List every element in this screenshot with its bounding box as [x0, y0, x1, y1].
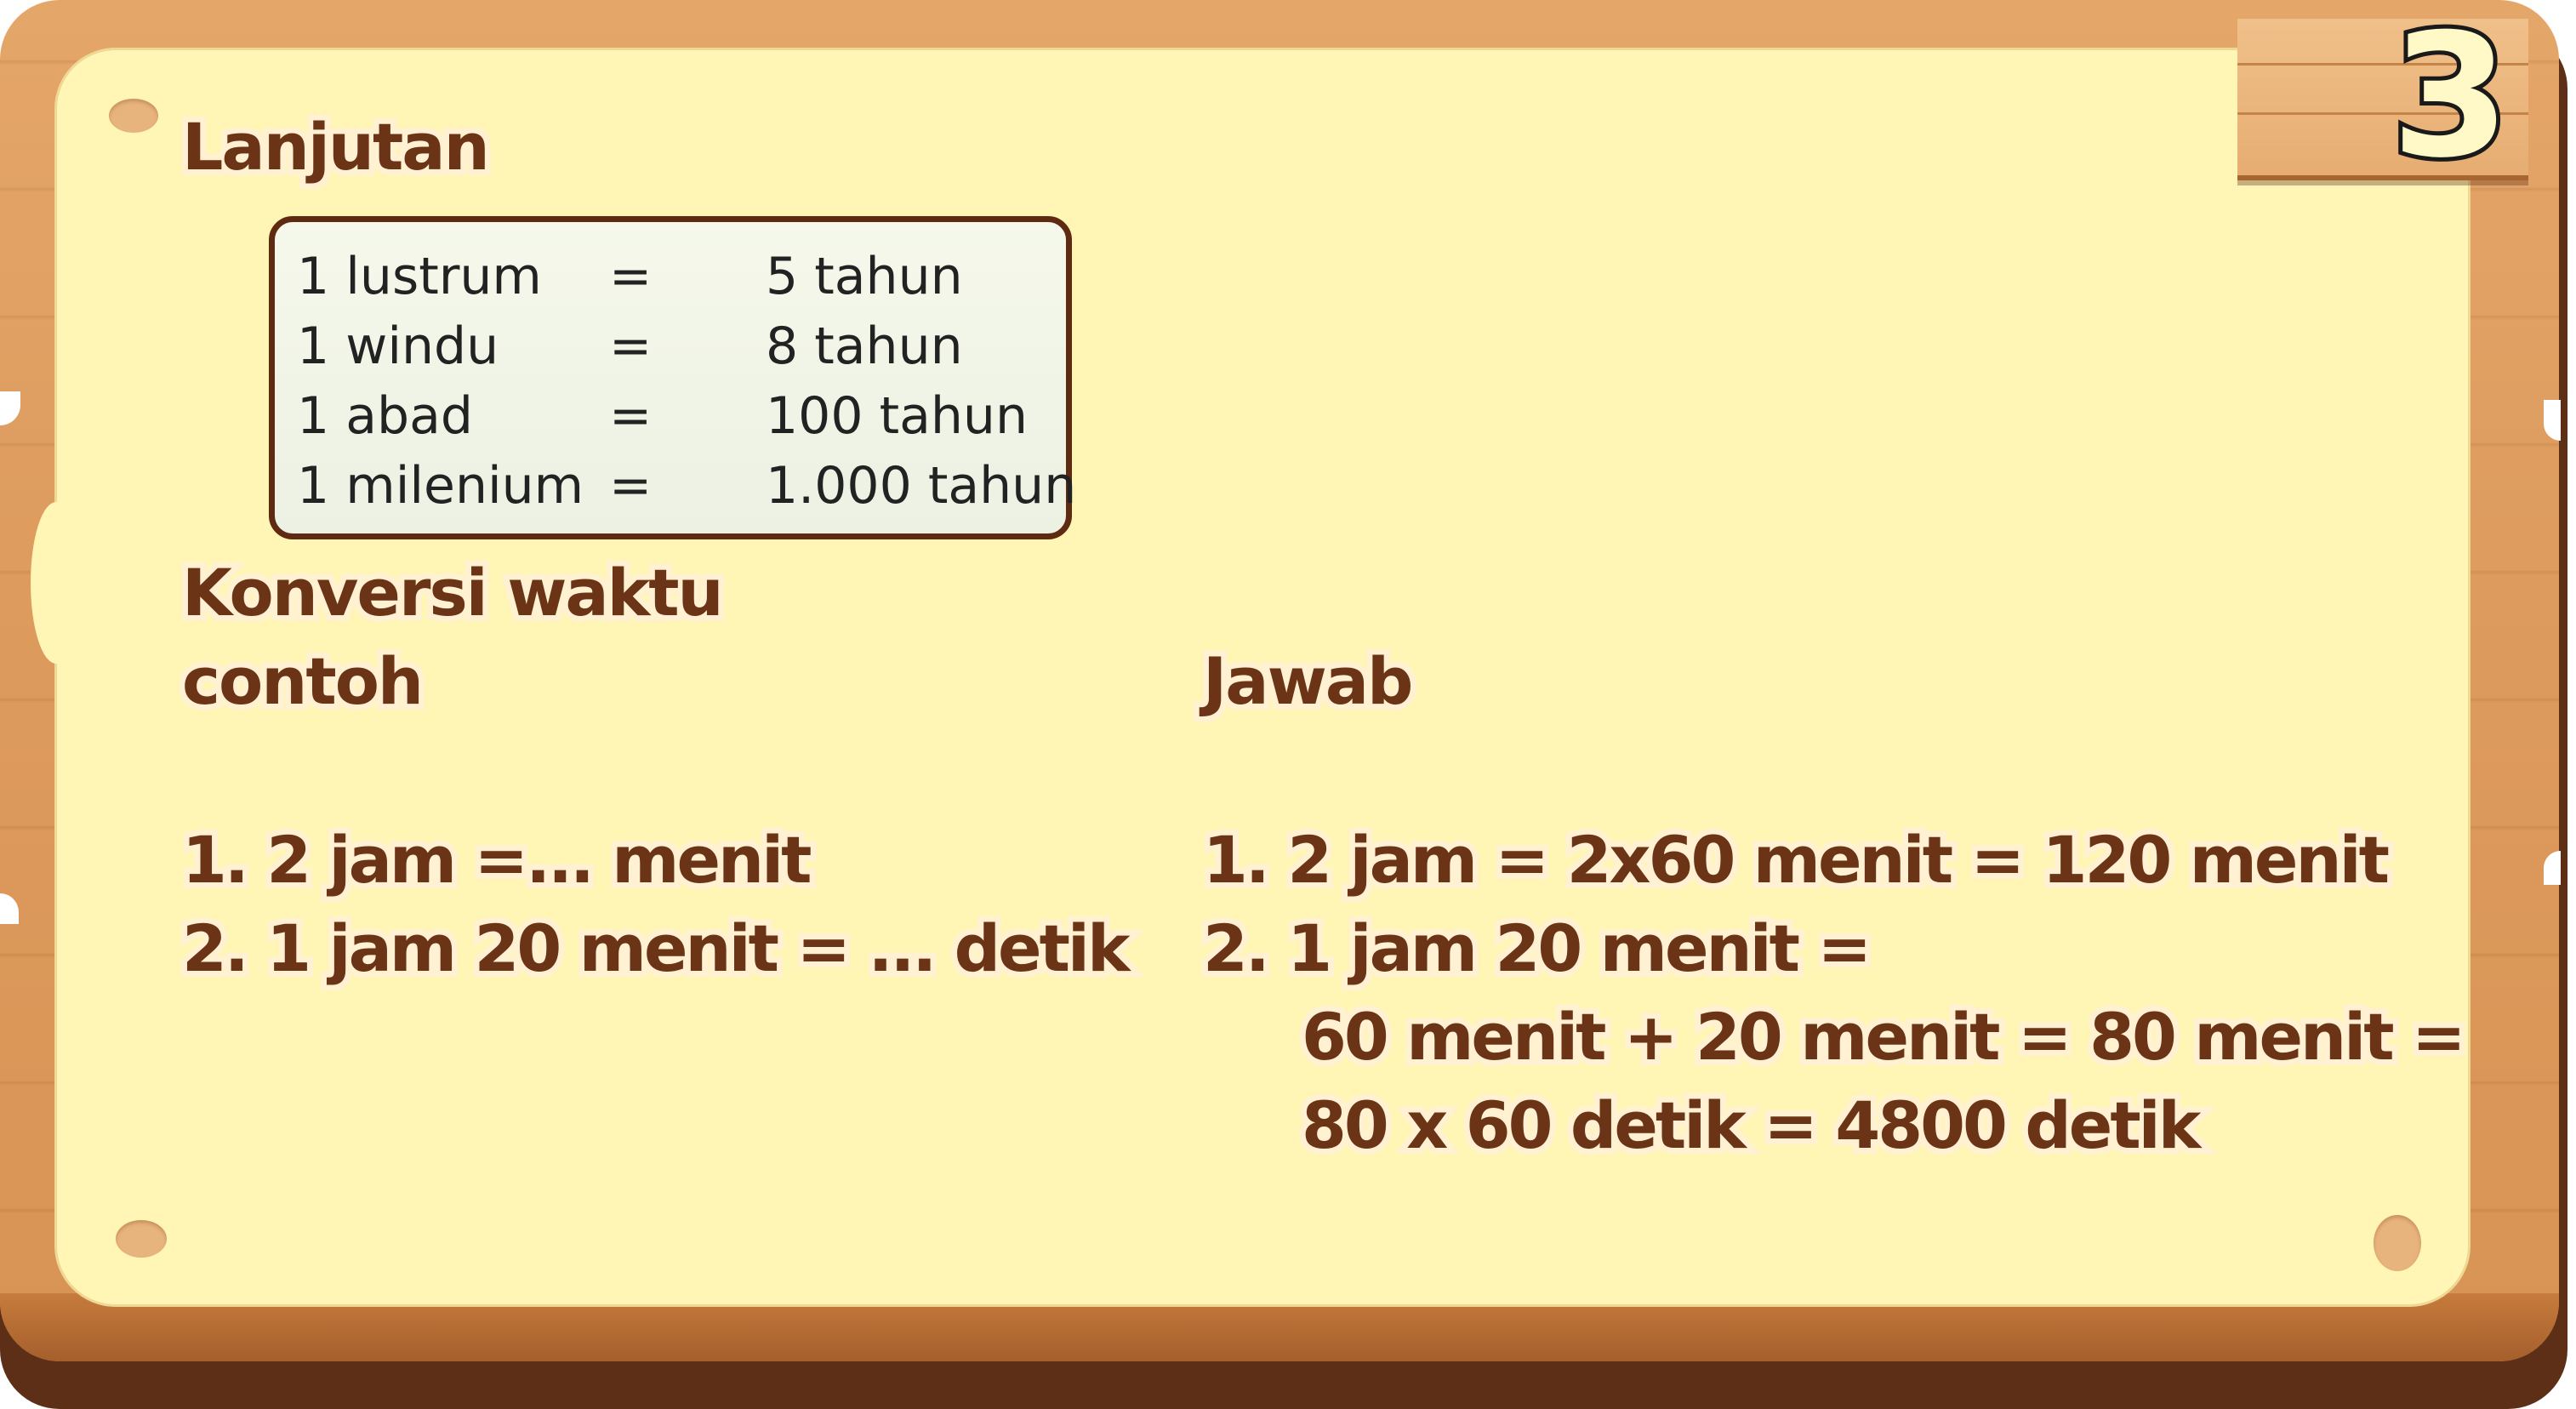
- answer-heading: Jawab: [1197, 637, 1419, 725]
- table-cell-equals: =: [609, 247, 653, 306]
- slide-number: 3: [2387, 0, 2514, 196]
- table-cell-unit: 1 windu: [297, 317, 499, 376]
- table-row: 1 lustrum = 5 tahun: [275, 241, 1066, 312]
- example-item: 2. 1 jam 20 menit = ... detik: [176, 904, 1137, 992]
- table-cell-equals: =: [609, 317, 653, 376]
- table-row: 1 milenium = 1.000 tahun: [275, 450, 1076, 522]
- section-title: Lanjutan: [176, 103, 496, 191]
- paper-bump: [31, 502, 82, 664]
- example-heading: contoh: [176, 637, 430, 725]
- answer-line: 80 x 60 detik = 4800 detik: [1296, 1081, 2207, 1169]
- table-cell-value: 5 tahun: [766, 247, 963, 306]
- answer-line: 1. 2 jam = 2x60 menit = 120 menit: [1197, 816, 2396, 904]
- answer-line: 60 menit + 20 menit = 80 menit =: [1296, 993, 2472, 1081]
- slide-number-tag: 3: [2237, 0, 2528, 196]
- nail-hole: [116, 1220, 167, 1258]
- table-cell-equals: =: [609, 456, 653, 516]
- table-cell-value: 1.000 tahun: [766, 456, 1077, 516]
- nail-hole: [109, 99, 158, 133]
- table-cell-unit: 1 abad: [297, 386, 473, 446]
- table-cell-unit: 1 lustrum: [297, 247, 542, 306]
- table-cell-unit: 1 milenium: [297, 456, 584, 516]
- table-row: 1 windu = 8 tahun: [275, 311, 1066, 382]
- nail-hole: [2374, 1215, 2421, 1271]
- table-row: 1 abad = 100 tahun: [275, 380, 1066, 452]
- answer-line: 2. 1 jam 20 menit =: [1197, 904, 1878, 992]
- table-cell-equals: =: [609, 386, 653, 446]
- conversion-table: 1 lustrum = 5 tahun 1 windu = 8 tahun 1 …: [269, 216, 1076, 539]
- table-cell-value: 8 tahun: [766, 317, 963, 376]
- slide: 3 Lanjutan 1 lustrum = 5 tahun 1 windu =…: [0, 0, 2576, 1409]
- subtitle: Konversi waktu: [176, 549, 730, 636]
- example-item: 1. 2 jam =... menit: [176, 816, 818, 904]
- table-cell-value: 100 tahun: [766, 386, 1028, 446]
